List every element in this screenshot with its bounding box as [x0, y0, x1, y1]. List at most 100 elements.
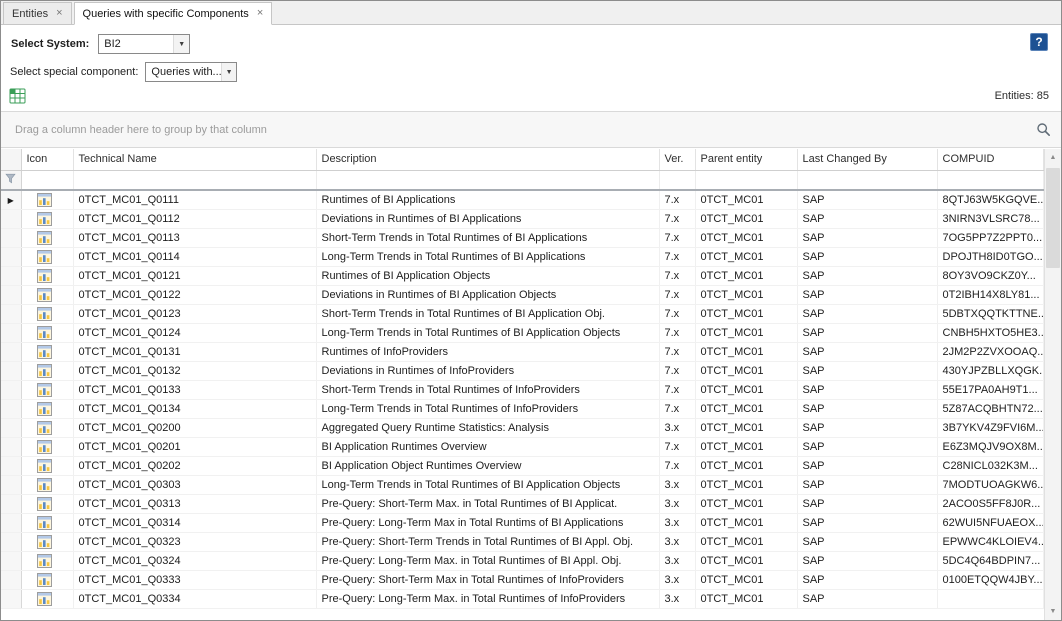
cell-last-changed-by: SAP: [797, 323, 937, 342]
scroll-down-icon[interactable]: ▼: [1045, 603, 1061, 620]
tab-queries-with-specific-components[interactable]: Queries with specific Components ×: [74, 2, 273, 25]
chevron-down-icon[interactable]: ▼: [221, 63, 237, 81]
cell-description: Deviations in Runtimes of InfoProviders: [316, 361, 659, 380]
system-dropdown[interactable]: BI2 ▼: [98, 34, 190, 54]
row-indicator-cell: [1, 570, 21, 589]
table-row[interactable]: 0TCT_MC01_Q0124Long-Term Trends in Total…: [1, 323, 1044, 342]
table-row[interactable]: 0TCT_MC01_Q0334Pre-Query: Long-Term Max.…: [1, 589, 1044, 608]
column-header-technical-name[interactable]: Technical Name: [73, 149, 316, 170]
table-row[interactable]: 0TCT_MC01_Q0324Pre-Query: Long-Term Max.…: [1, 551, 1044, 570]
row-indicator-cell: [1, 589, 21, 608]
table-row[interactable]: ▶0TCT_MC01_Q0111Runtimes of BI Applicati…: [1, 190, 1044, 209]
table-row[interactable]: 0TCT_MC01_Q0121Runtimes of BI Applicatio…: [1, 266, 1044, 285]
export-to-excel-button[interactable]: [9, 87, 29, 105]
group-by-panel[interactable]: Drag a column header here to group by th…: [1, 112, 1061, 148]
cell-version: 7.x: [659, 247, 695, 266]
table-row[interactable]: 0TCT_MC01_Q0131Runtimes of InfoProviders…: [1, 342, 1044, 361]
header-row-indicator: [1, 149, 21, 170]
column-header-icon[interactable]: Icon: [21, 149, 73, 170]
filter-cell-version[interactable]: [659, 170, 695, 190]
cell-last-changed-by: SAP: [797, 532, 937, 551]
query-icon: [37, 250, 52, 264]
row-indicator-cell: [1, 437, 21, 456]
cell-compuid: 0100ETQQW4JBY...: [937, 570, 1044, 589]
tab-entities-close-icon[interactable]: ×: [56, 8, 62, 19]
table-row[interactable]: 0TCT_MC01_Q0112Deviations in Runtimes of…: [1, 209, 1044, 228]
cell-version: 3.x: [659, 532, 695, 551]
table-row[interactable]: 0TCT_MC01_Q0303Long-Term Trends in Total…: [1, 475, 1044, 494]
cell-description: Pre-Query: Short-Term Max in Total Runti…: [316, 570, 659, 589]
tab-queries-close-icon[interactable]: ×: [257, 8, 263, 19]
table-row[interactable]: 0TCT_MC01_Q0134Long-Term Trends in Total…: [1, 399, 1044, 418]
filter-cell-technical-name[interactable]: [73, 170, 316, 190]
cell-last-changed-by: SAP: [797, 456, 937, 475]
tab-entities[interactable]: Entities ×: [3, 2, 72, 24]
cell-description: Pre-Query: Long-Term Max in Total Runtim…: [316, 513, 659, 532]
table-row[interactable]: 0TCT_MC01_Q0201BI Application Runtimes O…: [1, 437, 1044, 456]
cell-technical-name: 0TCT_MC01_Q0124: [73, 323, 316, 342]
cell-parent-entity: 0TCT_MC01: [695, 437, 797, 456]
table-row[interactable]: 0TCT_MC01_Q0333Pre-Query: Short-Term Max…: [1, 570, 1044, 589]
scrollbar-thumb[interactable]: [1046, 168, 1060, 268]
table-row[interactable]: 0TCT_MC01_Q0123Short-Term Trends in Tota…: [1, 304, 1044, 323]
table-row[interactable]: 0TCT_MC01_Q0122Deviations in Runtimes of…: [1, 285, 1044, 304]
query-icon: [37, 231, 52, 245]
table-row[interactable]: 0TCT_MC01_Q0313Pre-Query: Short-Term Max…: [1, 494, 1044, 513]
cell-parent-entity: 0TCT_MC01: [695, 551, 797, 570]
header-row: Icon Technical Name Description Ver. Par…: [1, 149, 1044, 170]
query-icon: [37, 383, 52, 397]
filter-cell-parent-entity[interactable]: [695, 170, 797, 190]
select-system-label: Select System:: [11, 38, 89, 50]
cell-last-changed-by: SAP: [797, 209, 937, 228]
chevron-down-icon[interactable]: ▼: [173, 35, 189, 53]
cell-icon: [21, 380, 73, 399]
table-row[interactable]: 0TCT_MC01_Q0314Pre-Query: Long-Term Max …: [1, 513, 1044, 532]
row-indicator-cell: [1, 418, 21, 437]
cell-description: Long-Term Trends in Total Runtimes of In…: [316, 399, 659, 418]
filter-cell-icon[interactable]: [21, 170, 73, 190]
column-header-version[interactable]: Ver.: [659, 149, 695, 170]
cell-compuid: C28NICL032K3M...: [937, 456, 1044, 475]
cell-compuid: 8OY3VO9CKZ0Y...: [937, 266, 1044, 285]
cell-icon: [21, 266, 73, 285]
cell-description: Pre-Query: Short-Term Max. in Total Runt…: [316, 494, 659, 513]
cell-technical-name: 0TCT_MC01_Q0202: [73, 456, 316, 475]
cell-technical-name: 0TCT_MC01_Q0114: [73, 247, 316, 266]
special-component-dropdown[interactable]: Queries with... ▼: [145, 62, 237, 82]
column-header-parent-entity[interactable]: Parent entity: [695, 149, 797, 170]
help-button[interactable]: ?: [1030, 33, 1048, 51]
cell-last-changed-by: SAP: [797, 589, 937, 608]
column-header-compuid[interactable]: COMPUID: [937, 149, 1044, 170]
filter-cell-last-changed-by[interactable]: [797, 170, 937, 190]
cell-icon: [21, 190, 73, 209]
cell-compuid: 0T2IBH14X8LY81...: [937, 285, 1044, 304]
scroll-up-icon[interactable]: ▲: [1045, 149, 1061, 166]
cell-technical-name: 0TCT_MC01_Q0122: [73, 285, 316, 304]
table-row[interactable]: 0TCT_MC01_Q0323Pre-Query: Short-Term Tre…: [1, 532, 1044, 551]
query-icon: [37, 212, 52, 226]
table-row[interactable]: 0TCT_MC01_Q0132Deviations in Runtimes of…: [1, 361, 1044, 380]
cell-version: 3.x: [659, 475, 695, 494]
table-row[interactable]: 0TCT_MC01_Q0113Short-Term Trends in Tota…: [1, 228, 1044, 247]
cell-last-changed-by: SAP: [797, 494, 937, 513]
column-header-description[interactable]: Description: [316, 149, 659, 170]
column-header-last-changed-by[interactable]: Last Changed By: [797, 149, 937, 170]
table-row[interactable]: 0TCT_MC01_Q0114Long-Term Trends in Total…: [1, 247, 1044, 266]
cell-last-changed-by: SAP: [797, 228, 937, 247]
cell-version: 7.x: [659, 342, 695, 361]
vertical-scrollbar[interactable]: ▲ ▼: [1044, 149, 1061, 620]
table-row[interactable]: 0TCT_MC01_Q0202BI Application Object Run…: [1, 456, 1044, 475]
table-row[interactable]: 0TCT_MC01_Q0133Short-Term Trends in Tota…: [1, 380, 1044, 399]
filter-cell-description[interactable]: [316, 170, 659, 190]
filter-cell-compuid[interactable]: [937, 170, 1044, 190]
cell-compuid: CNBH5HXTO5HE3...: [937, 323, 1044, 342]
cell-compuid: E6Z3MQJV9OX8M...: [937, 437, 1044, 456]
cell-description: Runtimes of InfoProviders: [316, 342, 659, 361]
cell-version: 7.x: [659, 209, 695, 228]
cell-compuid: 3B7YKV4Z9FVI6M...: [937, 418, 1044, 437]
table-row[interactable]: 0TCT_MC01_Q0200Aggregated Query Runtime …: [1, 418, 1044, 437]
search-button[interactable]: [1036, 122, 1051, 137]
cell-technical-name: 0TCT_MC01_Q0132: [73, 361, 316, 380]
group-by-hint: Drag a column header here to group by th…: [15, 124, 267, 136]
cell-icon: [21, 418, 73, 437]
